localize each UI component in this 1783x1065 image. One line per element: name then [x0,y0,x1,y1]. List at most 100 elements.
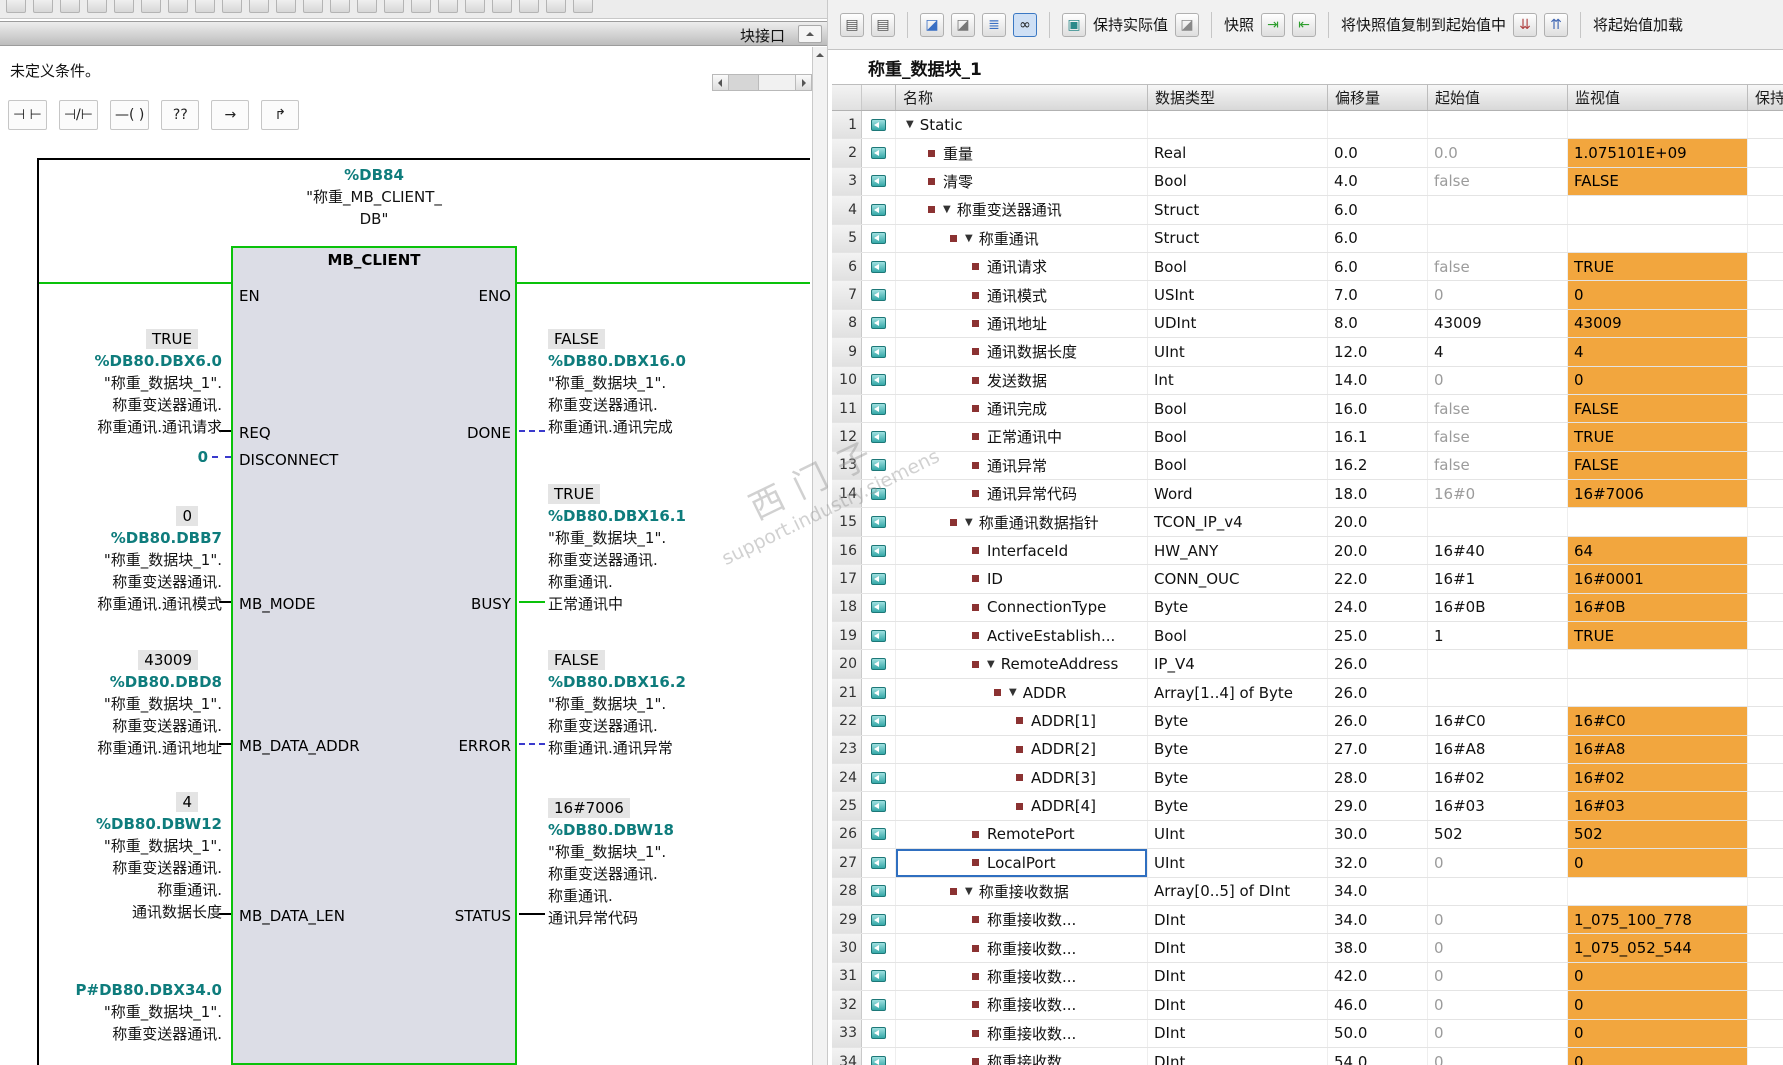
operand-mb-data-ptr[interactable]: P#DB80.DBX34.0 "称重_数据块_1". 称重变送器通讯. [27,979,222,1045]
name-cell[interactable]: 通讯地址 [896,309,1148,338]
horizontal-scrollbar[interactable] [712,74,812,91]
table-row[interactable]: 5 ▼ 称重通讯 Struct 6.0 [832,224,1783,253]
add-row-icon[interactable]: ▤ [871,12,895,37]
snapshot-label[interactable]: 快照 [1224,14,1254,35]
pin-mb-data-len[interactable]: MB_DATA_LEN [239,907,345,925]
retain-cell[interactable] [1748,281,1783,308]
copy-start-icon[interactable]: ⇈ [1544,12,1569,37]
toolbar-icon[interactable] [87,0,107,13]
start-value-cell[interactable]: 16#C0 [1428,707,1568,735]
data-type-cell[interactable]: DInt [1148,962,1328,991]
table-row[interactable]: 26 RemotePort UInt 30.0 502 502 [832,820,1783,850]
take-snapshot-icon[interactable]: ⇥ [1261,12,1286,37]
db-retain-icon[interactable]: ◪ [1175,12,1200,37]
name-cell[interactable]: 清零 [896,167,1148,196]
scrollbar-thumb[interactable] [729,75,759,90]
copy-snapshot-to-start-label[interactable]: 将快照值复制到起始值中 [1341,14,1506,35]
table-row[interactable]: 31 称重接收数... DInt 42.0 0 0 [832,962,1783,992]
operand-address[interactable]: %DB80.DBX16.2 [548,671,793,693]
toolbar-icon[interactable] [168,0,188,13]
data-type-cell[interactable]: UInt [1148,820,1328,849]
start-value-cell[interactable]: 502 [1428,820,1568,849]
table-row[interactable]: 2 重量 Real 0.0 0.0 1.075101E+09 [832,139,1783,168]
start-value-cell[interactable]: false [1428,252,1568,281]
name-cell[interactable]: 通讯完成 [896,394,1148,423]
operand-address[interactable]: %DB80.DBX16.0 [548,350,793,372]
table-row[interactable]: 3 清零 Bool 4.0 false FALSE [832,167,1783,197]
toolbar-icon[interactable] [519,0,539,13]
toolbar-icon[interactable] [330,0,350,13]
name-cell[interactable]: 重量 [896,139,1148,167]
operand-address[interactable]: %DB80.DBD8 [27,671,222,693]
start-value-cell[interactable]: false [1428,451,1568,480]
name-cell[interactable]: ▼ 称重通讯 [896,224,1148,252]
table-row[interactable]: 34 称重接收数... DInt 54.0 0 0 [832,1047,1783,1065]
expand-toggle-icon[interactable]: ▼ [987,659,995,670]
start-value-cell[interactable]: 0 [1428,281,1568,309]
retain-cell[interactable] [1748,594,1783,621]
operand-address[interactable]: %DB80.DBB7 [27,527,222,549]
pin-en[interactable]: EN [239,287,260,305]
data-type-cell[interactable]: Byte [1148,735,1328,763]
pin-status[interactable]: STATUS [366,907,511,925]
retain-cell[interactable] [1748,480,1783,507]
name-cell[interactable]: RemotePort [896,820,1148,849]
scroll-left-icon[interactable] [713,75,729,90]
start-value-cell[interactable]: 16#03 [1428,792,1568,820]
name-cell[interactable]: ▼ Static [896,111,1148,139]
pin-mb-data-addr[interactable]: MB_DATA_ADDR [239,737,360,755]
table-row[interactable]: 27 LocalPort UInt 32.0 0 0 [832,849,1783,878]
table-row[interactable]: 33 称重接收数... DInt 50.0 0 0 [832,1019,1783,1048]
retain-cell[interactable] [1748,650,1783,677]
retain-cell[interactable] [1748,821,1783,848]
table-row[interactable]: 17 ID CONN_OUC 22.0 16#1 16#0001 [832,565,1783,594]
data-type-cell[interactable]: Bool [1148,394,1328,423]
pin-eno[interactable]: ENO [366,287,511,305]
header-monitor-value[interactable]: 监视值 [1568,85,1748,110]
toolbar-icon[interactable] [33,0,53,13]
mb-client-block[interactable] [231,246,517,1065]
data-type-cell[interactable]: Word [1148,480,1328,508]
table-row[interactable]: 21 ▼ ADDR Array[1..4] of Byte 26.0 [832,678,1783,708]
name-cell[interactable]: ActiveEstablish... [896,622,1148,650]
table-row[interactable]: 14 通讯异常代码 Word 18.0 16#0 16#7006 [832,480,1783,509]
expand-toggle-icon[interactable]: ▼ [965,233,973,244]
table-row[interactable]: 6 通讯请求 Bool 6.0 false TRUE [832,252,1783,282]
header-name[interactable]: 名称 [896,85,1148,110]
toolbar-icon[interactable] [303,0,323,13]
name-cell[interactable]: 发送数据 [896,366,1148,394]
data-type-cell[interactable]: Byte [1148,763,1328,792]
retain-cell[interactable] [1748,707,1783,734]
name-cell[interactable]: ▼ 称重接收数据 [896,877,1148,905]
name-cell[interactable]: InterfaceId [896,536,1148,565]
retain-cell[interactable] [1748,111,1783,138]
data-type-cell[interactable]: CONN_OUC [1148,565,1328,593]
retain-cell[interactable] [1748,338,1783,365]
start-value-cell[interactable]: 16#40 [1428,536,1568,565]
table-row[interactable]: 7 通讯模式 USInt 7.0 0 0 [832,281,1783,310]
operand-address[interactable]: P#DB80.DBX34.0 [27,979,222,1001]
pin-disconnect[interactable]: DISCONNECT [239,451,338,469]
expand-toggle-icon[interactable]: ▼ [965,517,973,528]
operand-mb-mode[interactable]: 0 %DB80.DBB7 "称重_数据块_1". 称重变送器通讯. 称重通讯.通… [27,505,222,615]
name-cell[interactable]: 称重接收数... [896,1047,1148,1065]
data-type-cell[interactable]: TCON_IP_v4 [1148,508,1328,536]
table-row[interactable]: 19 ActiveEstablish... Bool 25.0 1 TRUE [832,622,1783,651]
operand-mb-data-len[interactable]: 4 %DB80.DBW12 "称重_数据块_1". 称重变送器通讯. 称重通讯.… [27,791,222,923]
block-interface-bar[interactable]: 块接口 [0,21,827,46]
start-value-cell[interactable]: 4 [1428,338,1568,366]
name-cell[interactable]: 称重接收数... [896,962,1148,991]
header-offset[interactable]: 偏移量 [1328,85,1428,110]
data-type-cell[interactable]: Byte [1148,593,1328,622]
table-row[interactable]: 30 称重接收数... DInt 38.0 0 1_075_052_544 [832,934,1783,963]
open-branch-icon[interactable]: → [211,100,250,130]
toolbar-icon[interactable] [384,0,404,13]
vertical-scrollbar[interactable] [812,47,827,1065]
keep-actual-values-label[interactable]: 保持实际值 [1093,14,1168,35]
pin-done[interactable]: DONE [366,424,511,442]
start-value-cell[interactable]: 0 [1428,1019,1568,1047]
operand-error[interactable]: FALSE %DB80.DBX16.2 "称重_数据块_1". 称重变送器通讯.… [548,649,793,759]
coil-icon[interactable]: —( ) [109,100,150,130]
data-type-cell[interactable] [1148,111,1328,139]
start-value-cell[interactable] [1428,224,1568,252]
